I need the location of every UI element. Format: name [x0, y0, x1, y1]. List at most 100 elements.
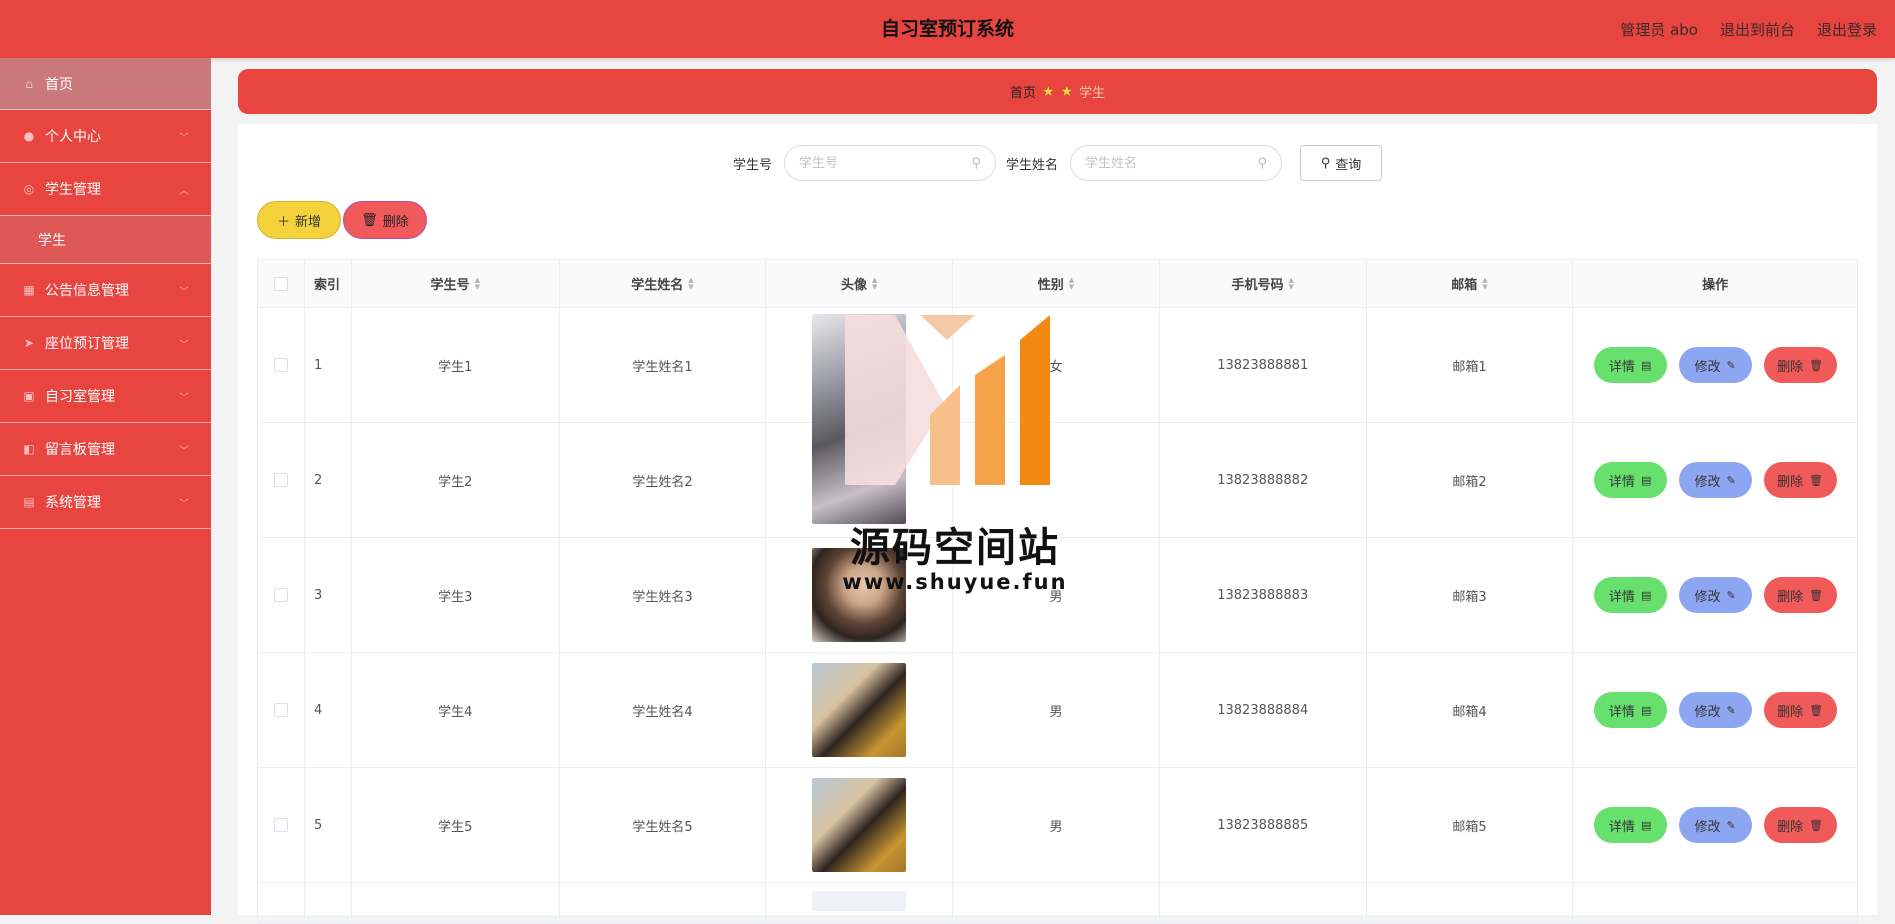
cell-index: 3	[305, 538, 352, 652]
cell-gender: 男	[953, 653, 1160, 767]
student-name-input[interactable]	[1085, 155, 1246, 171]
sidebar-item-profile[interactable]: ● 个人中心 ﹀	[0, 110, 211, 163]
batch-delete-button[interactable]: 🗑 删除	[343, 201, 427, 239]
delete-button[interactable]: 删除 🗑	[1763, 347, 1837, 383]
sidebar-item-system-mgmt[interactable]: ▤ 系统管理 ﹀	[0, 476, 211, 529]
header-checkbox-cell	[258, 260, 305, 307]
header-email[interactable]: 邮箱 ▲ ▼	[1367, 260, 1574, 307]
add-button-label: 新增	[295, 214, 322, 230]
sidebar-item-message-board[interactable]: ◧ 留言板管理 ﹀	[0, 423, 211, 476]
avatar-image[interactable]	[812, 663, 907, 757]
sidebar-item-notice-mgmt[interactable]: ▦ 公告信息管理 ﹀	[0, 264, 211, 317]
header-index: 索引	[305, 260, 352, 307]
detail-button[interactable]: 详情 ▤	[1593, 692, 1667, 728]
detail-button[interactable]: 详情 ▤	[1593, 462, 1667, 498]
header-label: 学生号	[430, 278, 470, 293]
edit-button[interactable]: 修改 ✎	[1678, 347, 1752, 383]
detail-label: 详情	[1608, 359, 1635, 375]
sidebar-item-student[interactable]: 学生	[0, 216, 211, 264]
header-label: 操作	[1702, 278, 1729, 293]
cell-avatar	[766, 653, 954, 767]
edit-label: 修改	[1694, 474, 1721, 490]
chevron-down-icon: ﹀	[179, 339, 189, 351]
sidebar-item-seat-booking[interactable]: ➤ 座位预订管理 ﹀	[0, 317, 211, 370]
star-icon: ★	[1041, 83, 1055, 100]
delete-button[interactable]: 删除 🗑	[1763, 462, 1837, 498]
edit-button[interactable]: 修改 ✎	[1678, 462, 1752, 498]
pencil-icon: ✎	[1726, 588, 1736, 602]
chevron-down-icon: ﹀	[179, 498, 189, 510]
detail-button[interactable]: 详情 ▤	[1593, 577, 1667, 613]
avatar-image[interactable]	[812, 778, 907, 872]
edit-button[interactable]: 修改 ✎	[1678, 577, 1752, 613]
header-label: 手机号码	[1231, 278, 1284, 293]
sidebar-item-student-mgmt[interactable]: ◎ 学生管理 ︿	[0, 163, 211, 216]
delete-label: 删除	[1777, 359, 1804, 375]
delete-label: 删除	[1777, 589, 1804, 605]
avatar-image[interactable]	[812, 548, 907, 642]
cell-email: 邮箱4	[1367, 653, 1574, 767]
row-checkbox-cell	[258, 538, 305, 652]
pencil-icon: ✎	[1726, 703, 1736, 717]
student-name-label: 学生姓名	[1006, 157, 1059, 173]
table-row: 3 学生3 学生姓名3 男 13823888883 邮箱3 详情 ▤ 修改 ✎ 删除…	[258, 538, 1857, 653]
header-student-name[interactable]: 学生姓名 ▲ ▼	[560, 260, 767, 307]
cell-phone: 13823888884	[1160, 653, 1367, 767]
query-button[interactable]: ⚲ 查询	[1300, 145, 1383, 181]
to-front-link[interactable]: 退出到前台	[1720, 19, 1795, 40]
document-icon: ▤	[1640, 588, 1652, 602]
logout-link[interactable]: 退出登录	[1817, 19, 1877, 40]
edit-button[interactable]: 修改 ✎	[1678, 692, 1752, 728]
sidebar-item-room-mgmt[interactable]: ▣ 自习室管理 ﹀	[0, 370, 211, 423]
delete-button[interactable]: 删除 🗑	[1763, 807, 1837, 843]
sidebar-item-label: 留言板管理	[45, 442, 115, 458]
row-checkbox[interactable]	[273, 818, 288, 832]
edit-label: 修改	[1694, 819, 1721, 835]
detail-button[interactable]: 详情 ▤	[1593, 347, 1667, 383]
document-icon: ▤	[1640, 703, 1652, 717]
send-icon: ➤	[23, 336, 35, 350]
edit-button[interactable]: 修改 ✎	[1678, 807, 1752, 843]
sort-icon[interactable]: ▲ ▼	[688, 276, 693, 291]
row-checkbox[interactable]	[273, 588, 288, 602]
toolbar: ＋ 新增 🗑 删除	[257, 201, 427, 239]
pencil-icon: ✎	[1726, 358, 1736, 372]
sort-icon[interactable]: ▲ ▼	[872, 276, 877, 291]
avatar-image[interactable]	[812, 314, 907, 524]
student-no-input[interactable]	[799, 155, 959, 171]
header-gender[interactable]: 性别 ▲ ▼	[953, 260, 1160, 307]
row-checkbox[interactable]	[273, 703, 288, 717]
app-title: 自习室预订系统	[880, 18, 1014, 40]
avatar-image[interactable]	[812, 891, 907, 911]
cell-student-no	[352, 883, 560, 922]
header-student-no[interactable]: 学生号 ▲ ▼	[352, 260, 560, 307]
delete-button[interactable]: 删除 🗑	[1763, 577, 1837, 613]
sort-icon[interactable]: ▲ ▼	[1289, 276, 1294, 291]
row-checkbox[interactable]	[273, 473, 288, 487]
image-icon: ▣	[23, 389, 35, 403]
header-avatar[interactable]: 头像 ▲ ▼	[766, 260, 954, 307]
row-checkbox[interactable]	[273, 358, 288, 372]
select-all-checkbox[interactable]	[273, 276, 288, 291]
row-checkbox-cell	[258, 423, 305, 537]
sort-icon[interactable]: ▲ ▼	[475, 276, 480, 291]
header-label: 索引	[313, 278, 340, 293]
sidebar-item-home[interactable]: ⌂ 首页	[0, 58, 211, 110]
search-icon: ⚲	[1320, 155, 1331, 171]
table-row: 2 学生2 学生姓名2 13823888882 邮箱2 详情 ▤ 修改 ✎ 删除 🗑	[258, 423, 1857, 538]
add-button[interactable]: ＋ 新增	[257, 201, 341, 239]
sort-icon[interactable]: ▲ ▼	[1482, 276, 1487, 291]
search-bar: 学生号 ⚲ 学生姓名 ⚲ ⚲ 查询	[238, 144, 1877, 182]
cell-avatar	[766, 538, 954, 652]
video-icon: ◧	[23, 442, 35, 456]
home-icon: ⌂	[25, 76, 33, 91]
detail-button[interactable]: 详情 ▤	[1593, 807, 1667, 843]
document-icon: ▤	[1640, 358, 1652, 372]
header-phone[interactable]: 手机号码 ▲ ▼	[1160, 260, 1367, 307]
sort-icon[interactable]: ▲ ▼	[1069, 276, 1074, 291]
cell-gender	[953, 883, 1160, 922]
breadcrumb-home[interactable]: 首页	[1010, 82, 1036, 101]
cell-student-name: 学生姓名5	[560, 768, 767, 882]
delete-button[interactable]: 删除 🗑	[1763, 692, 1837, 728]
cell-index: 4	[305, 653, 352, 767]
